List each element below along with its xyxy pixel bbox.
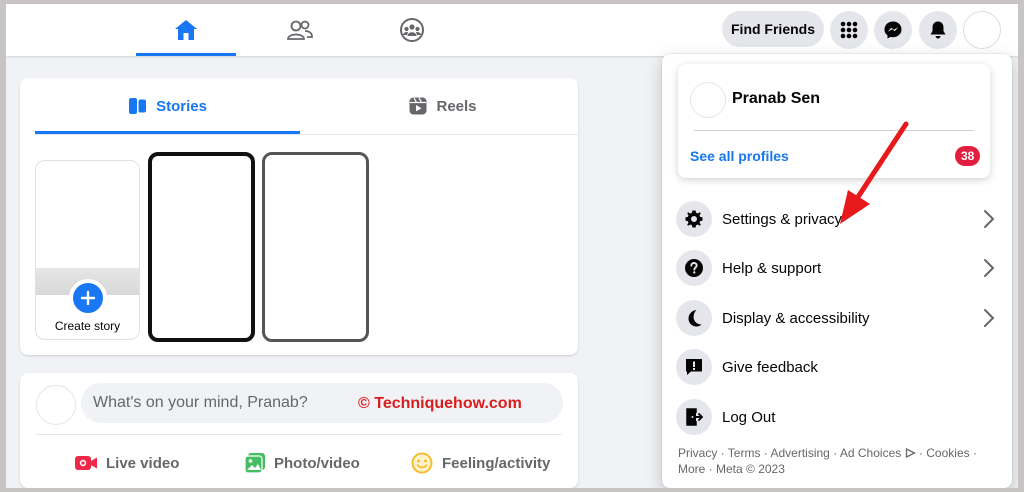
feedback-icon: [676, 349, 712, 385]
footer-link-advertising[interactable]: Advertising: [770, 446, 829, 460]
create-story-card[interactable]: Create story: [35, 160, 140, 340]
avatar[interactable]: [36, 385, 76, 425]
footer-copyright: Meta © 2023: [716, 462, 785, 476]
top-navigation-bar: Find Friends: [6, 4, 1018, 56]
feeling-activity-label: Feeling/activity: [442, 454, 551, 472]
groups-icon: [400, 18, 424, 42]
menu-item-label: Give feedback: [722, 358, 818, 376]
menu-button[interactable]: [830, 11, 868, 49]
messenger-icon: [884, 21, 902, 39]
profile-name[interactable]: Pranab Sen: [732, 90, 820, 108]
live-video-label: Live video: [106, 454, 180, 472]
footer-link-more[interactable]: More: [678, 462, 705, 476]
tab-reels[interactable]: Reels: [310, 78, 575, 134]
menu-item-help-support[interactable]: Help & support: [676, 246, 996, 290]
footer-link-cookies[interactable]: Cookies: [926, 446, 969, 460]
home-icon: [175, 20, 197, 40]
footer-link-terms[interactable]: Terms: [728, 446, 761, 460]
tab-stories[interactable]: Stories: [35, 78, 300, 134]
composer-divider: [36, 434, 562, 435]
footer-links: Privacy · Terms · Advertising · Ad Choic…: [678, 446, 977, 476]
create-story-image: [36, 161, 139, 295]
feeling-activity-button[interactable]: Feeling/activity: [410, 445, 550, 481]
chevron-right-icon: [984, 259, 995, 277]
annotation-arrow-icon: [840, 121, 909, 224]
account-avatar-button[interactable]: [963, 11, 1001, 49]
watermark-text: © Techniquehow.com: [358, 395, 522, 412]
tab-reels-label: Reels: [436, 97, 477, 115]
chevron-right-icon: [984, 210, 995, 228]
logout-icon: [676, 399, 712, 435]
menu-item-label: Log Out: [722, 408, 776, 426]
footer-link-privacy[interactable]: Privacy: [678, 446, 717, 460]
nav-tab-home[interactable]: [136, 4, 236, 56]
gear-icon: [676, 201, 712, 237]
live-video-icon: [75, 456, 97, 470]
find-friends-button[interactable]: Find Friends: [722, 11, 824, 47]
create-story-label: Create story: [54, 319, 121, 333]
messenger-button[interactable]: [874, 11, 912, 49]
notification-badge: 38: [955, 146, 981, 166]
tab-stories-label: Stories: [156, 97, 207, 115]
post-composer: What's on your mind, Pranab? © Technique…: [20, 373, 578, 488]
add-story-button[interactable]: [69, 279, 107, 317]
question-icon: [676, 250, 712, 286]
menu-item-display-accessibility[interactable]: Display & accessibility: [676, 296, 996, 340]
nav-tab-friends[interactable]: [250, 4, 350, 56]
live-video-button[interactable]: Live video: [74, 445, 179, 481]
reels-icon: [409, 97, 427, 115]
tabs-divider: [35, 134, 578, 135]
facebook-window: Find Friends Stories Reels Create story …: [6, 4, 1018, 488]
friends-icon: [287, 20, 313, 40]
menu-item-label: Settings & privacy: [722, 210, 843, 228]
menu-item-give-feedback[interactable]: Give feedback: [676, 345, 996, 389]
chevron-right-icon: [984, 309, 995, 327]
ad-choices-icon: [905, 447, 916, 459]
moon-icon: [676, 300, 712, 336]
menu-item-log-out[interactable]: Log Out: [676, 395, 996, 439]
stories-icon: [129, 98, 147, 114]
menu-item-label: Display & accessibility: [722, 309, 870, 327]
stories-card: Stories Reels Create story: [20, 78, 578, 355]
feeling-icon: [411, 452, 433, 474]
photo-video-button[interactable]: Photo/video: [244, 445, 360, 481]
avatar[interactable]: [690, 82, 726, 118]
footer-link-ad-choices[interactable]: Ad Choices: [840, 446, 901, 460]
menu-item-label: Help & support: [722, 259, 822, 277]
see-all-profiles-link[interactable]: See all profiles: [690, 148, 789, 164]
photo-icon: [244, 453, 265, 474]
nav-tab-groups[interactable]: [362, 4, 462, 56]
plus-icon: [80, 290, 96, 306]
bell-icon: [930, 21, 946, 39]
story-thumbnail[interactable]: [262, 152, 369, 342]
notifications-button[interactable]: [919, 11, 957, 49]
photo-video-label: Photo/video: [274, 454, 360, 472]
story-thumbnail[interactable]: [148, 152, 255, 342]
grid-menu-icon: [840, 21, 858, 39]
